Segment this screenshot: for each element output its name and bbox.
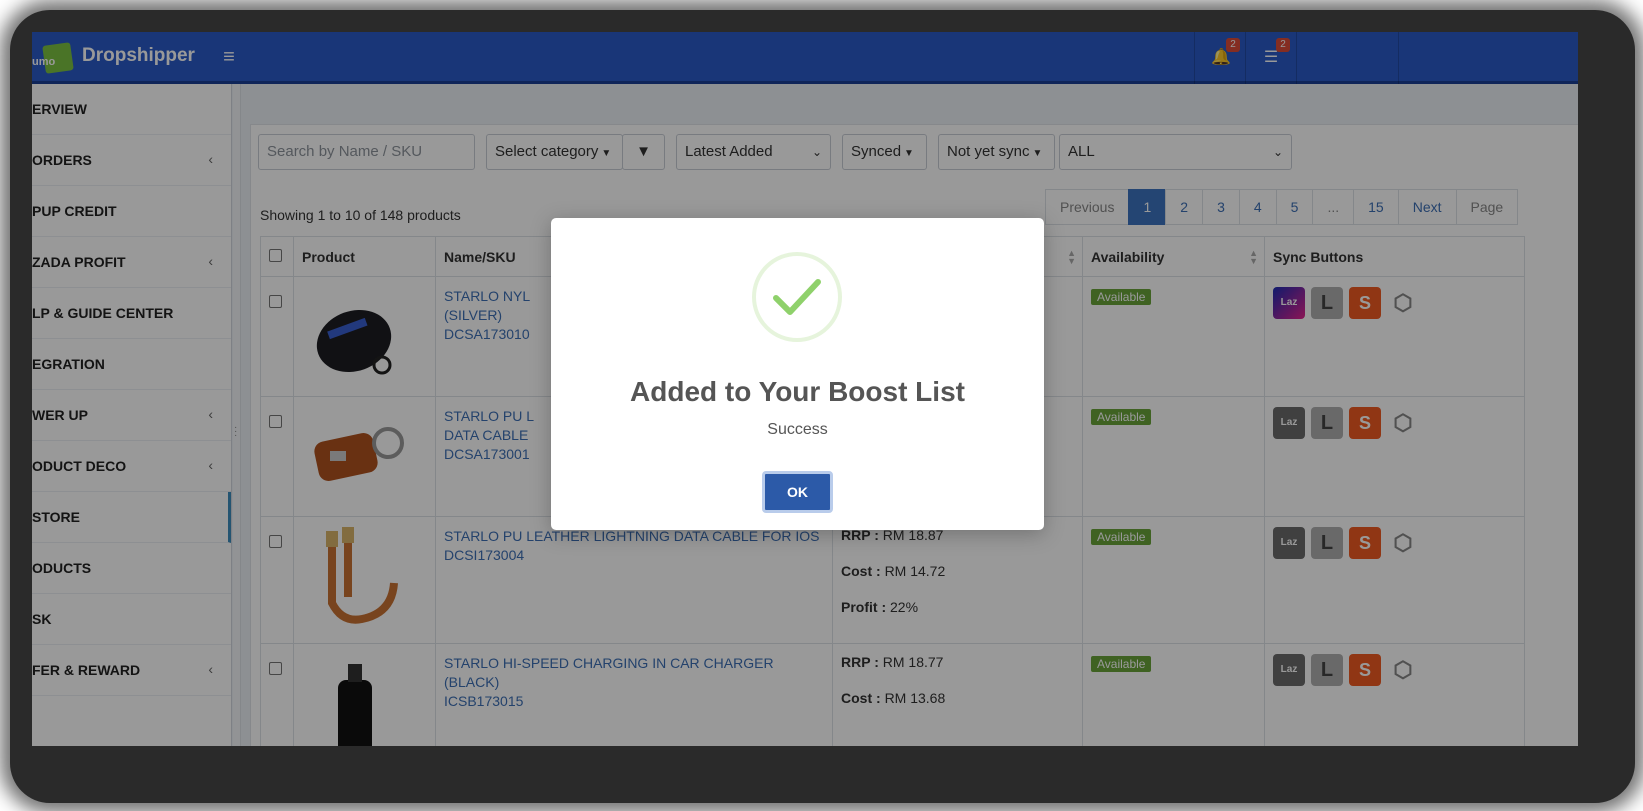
success-check-icon	[752, 252, 842, 342]
dialog-title: Added to Your Boost List	[630, 376, 965, 407]
success-dialog: Added to Your Boost List Success OK	[551, 218, 1044, 530]
ok-button[interactable]: OK	[762, 471, 833, 513]
screenshot-frame: umo Dropshipper ≡ 🔔 2 ☰ 2 ERVIEW ORDERS ‹…	[0, 0, 1643, 811]
dialog-message: Success	[767, 421, 828, 438]
dropshipper-app: umo Dropshipper ≡ 🔔 2 ☰ 2 ERVIEW ORDERS ‹…	[32, 32, 1578, 746]
checkmark-svg	[773, 279, 821, 315]
